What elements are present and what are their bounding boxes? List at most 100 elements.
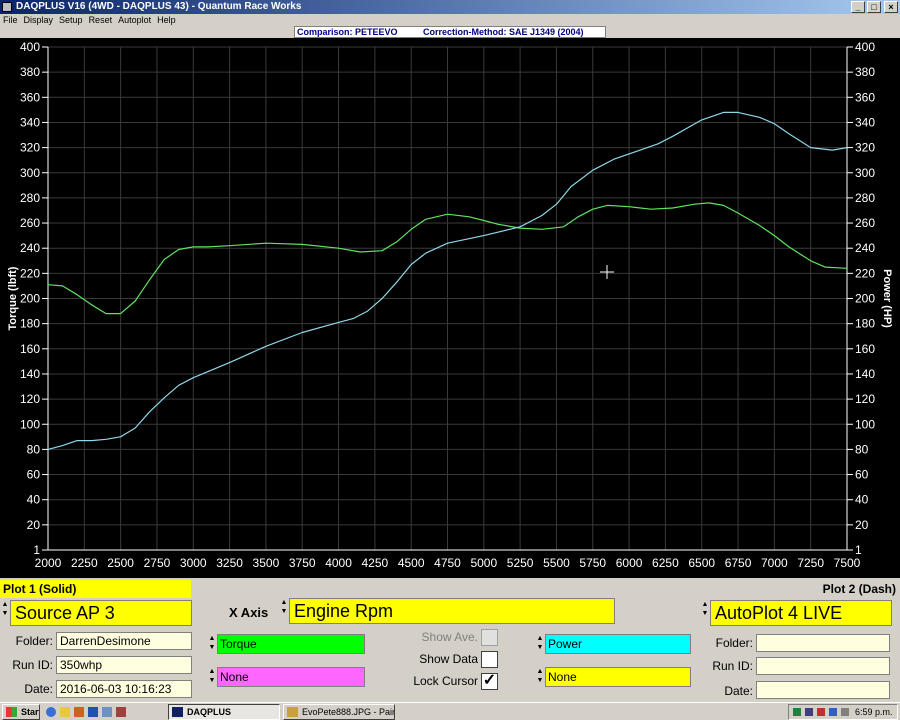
x-tick-label: 5000 bbox=[470, 556, 497, 570]
menu-bar: File Display Setup Reset Autoplot Help bbox=[0, 14, 900, 26]
y-tick-label-right: 260 bbox=[855, 216, 875, 230]
y-tick-label-right: 20 bbox=[855, 518, 869, 532]
comparison-label: Comparison: PETEEVO bbox=[297, 27, 398, 37]
menu-file[interactable]: File bbox=[0, 14, 21, 26]
plot1-title: Plot 1 (Solid) bbox=[0, 580, 191, 598]
y-tick-label-right: 280 bbox=[855, 191, 875, 205]
y-tick-label-left: 280 bbox=[20, 191, 40, 205]
quicklaunch-explorer-icon[interactable] bbox=[60, 707, 70, 717]
y-tick-label-right: 220 bbox=[855, 266, 875, 280]
y-tick-label-right: 360 bbox=[855, 90, 875, 104]
tray-network-icon[interactable] bbox=[793, 708, 801, 716]
correction-method-label: Correction-Method: SAE J1349 (2004) bbox=[423, 27, 584, 37]
x-tick-label: 2500 bbox=[107, 556, 134, 570]
show-data-label: Show Data bbox=[419, 652, 478, 666]
plot2-folder-label: Folder: bbox=[715, 636, 753, 650]
x-tick-label: 6750 bbox=[725, 556, 752, 570]
y-axis-title-left: Torque (lbft) bbox=[7, 266, 19, 330]
y-tick-label-right: 180 bbox=[855, 317, 875, 331]
start-button[interactable]: Start bbox=[2, 704, 40, 720]
right-channel-1-select[interactable]: Power bbox=[545, 634, 691, 654]
tray-volume-icon[interactable] bbox=[805, 708, 813, 716]
right-channel-1-spinner[interactable]: ▲ ▼ bbox=[535, 634, 545, 654]
y-tick-label-left: 200 bbox=[20, 292, 40, 306]
x-tick-label: 4500 bbox=[398, 556, 425, 570]
plot2-source-spinner[interactable]: ▲ ▼ bbox=[700, 600, 710, 626]
plot2-date-field[interactable] bbox=[756, 681, 890, 699]
task-paint[interactable]: EvoPete888.JPG - Paint bbox=[283, 704, 395, 720]
start-label: Start bbox=[21, 707, 40, 717]
tray-antivirus-icon[interactable] bbox=[817, 708, 825, 716]
quicklaunch-desktop-icon[interactable] bbox=[102, 707, 112, 717]
plot1-date-field[interactable]: 2016-06-03 10:16:23 bbox=[56, 680, 192, 698]
y-tick-label-left: 20 bbox=[27, 518, 41, 532]
plot1-source-spinner[interactable]: ▲ ▼ bbox=[0, 600, 10, 626]
tray-misc-icon[interactable] bbox=[841, 708, 849, 716]
x-tick-label: 5250 bbox=[507, 556, 534, 570]
plot2-folder-field[interactable] bbox=[756, 634, 890, 652]
lock-cursor-checkbox[interactable]: ✓ bbox=[481, 673, 498, 690]
x-tick-label: 2000 bbox=[35, 556, 62, 570]
tray-update-icon[interactable] bbox=[829, 708, 837, 716]
plot1-folder-field[interactable]: DarrenDesimone bbox=[56, 632, 192, 650]
menu-help[interactable]: Help bbox=[154, 14, 179, 26]
y-tick-label-left: 100 bbox=[20, 417, 40, 431]
y-tick-label-left: 380 bbox=[20, 65, 40, 79]
y-bottom-label-right: 1 bbox=[855, 543, 862, 557]
quicklaunch-ie-icon[interactable] bbox=[46, 707, 56, 717]
plot1-source-select[interactable]: Source AP 3 bbox=[10, 600, 192, 626]
daqplus-window: DAQPLUS V16 (4WD - DAQPLUS 43) - Quantum… bbox=[0, 0, 900, 720]
menu-setup[interactable]: Setup bbox=[56, 14, 86, 26]
paint-task-icon bbox=[287, 707, 298, 717]
x-tick-label: 2250 bbox=[71, 556, 98, 570]
menu-autoplot[interactable]: Autoplot bbox=[115, 14, 154, 26]
show-ave-label: Show Ave. bbox=[421, 630, 478, 644]
y-tick-label-right: 200 bbox=[855, 292, 875, 306]
y-tick-label-left: 300 bbox=[20, 166, 40, 180]
dyno-chart-svg[interactable]: 2000 2250 2500 2750 3000 3250 3500 3750 4000 4250… bbox=[0, 38, 900, 578]
x-tick-label: 3000 bbox=[180, 556, 207, 570]
y-tick-label-right: 320 bbox=[855, 141, 875, 155]
window-title: DAQPLUS V16 (4WD - DAQPLUS 43) - Quantum… bbox=[16, 1, 302, 12]
plot2-source-select[interactable]: AutoPlot 4 LIVE bbox=[710, 600, 892, 626]
y-tick-label-right: 60 bbox=[855, 468, 869, 482]
menu-display[interactable]: Display bbox=[21, 14, 57, 26]
plot2-date-label: Date: bbox=[724, 684, 753, 698]
x-axis-select[interactable]: Engine Rpm bbox=[289, 598, 615, 624]
y-tick-label-left: 320 bbox=[20, 141, 40, 155]
left-channel-2-spinner[interactable]: ▲ ▼ bbox=[207, 667, 217, 687]
y-tick-label-left: 360 bbox=[20, 90, 40, 104]
right-channel-2-select[interactable]: None bbox=[545, 667, 691, 687]
dyno-chart[interactable]: 2000 2250 2500 2750 3000 3250 3500 3750 4000 4250… bbox=[0, 38, 900, 578]
task-paint-label: EvoPete888.JPG - Paint bbox=[302, 707, 395, 717]
show-ave-checkbox[interactable] bbox=[481, 629, 498, 646]
menu-reset[interactable]: Reset bbox=[86, 14, 116, 26]
y-tick-label-right: 160 bbox=[855, 342, 875, 356]
plot1-runid-field[interactable]: 350whp bbox=[56, 656, 192, 674]
quicklaunch-media-icon[interactable] bbox=[74, 707, 84, 717]
x-axis-label: X Axis bbox=[229, 605, 269, 620]
minimize-button[interactable]: _ bbox=[851, 1, 865, 13]
y-tick-label-right: 100 bbox=[855, 417, 875, 431]
y-tick-label-right: 400 bbox=[855, 40, 875, 54]
plot2-runid-field[interactable] bbox=[756, 657, 890, 675]
y-tick-label-left: 400 bbox=[20, 40, 40, 54]
right-channel-2-spinner[interactable]: ▲ ▼ bbox=[535, 667, 545, 687]
x-tick-label: 3250 bbox=[216, 556, 243, 570]
left-channel-1-select[interactable]: Torque bbox=[217, 634, 365, 654]
close-button[interactable]: × bbox=[884, 1, 898, 13]
y-tick-label-right: 80 bbox=[855, 442, 869, 456]
quicklaunch-outlook-icon[interactable] bbox=[88, 707, 98, 717]
left-channel-2-select[interactable]: None bbox=[217, 667, 365, 687]
y-tick-label-left: 260 bbox=[20, 216, 40, 230]
x-tick-label: 6250 bbox=[652, 556, 679, 570]
show-data-checkbox[interactable] bbox=[481, 651, 498, 668]
y-tick-label-left: 120 bbox=[20, 392, 40, 406]
quicklaunch-app-icon[interactable] bbox=[116, 707, 126, 717]
app-icon bbox=[2, 2, 12, 12]
maximize-button[interactable]: □ bbox=[867, 1, 881, 13]
x-axis-spinner[interactable]: ▲ ▼ bbox=[279, 598, 289, 624]
x-tick-label: 7500 bbox=[834, 556, 861, 570]
left-channel-1-spinner[interactable]: ▲ ▼ bbox=[207, 634, 217, 654]
task-daqplus[interactable]: DAQPLUS bbox=[168, 704, 280, 720]
